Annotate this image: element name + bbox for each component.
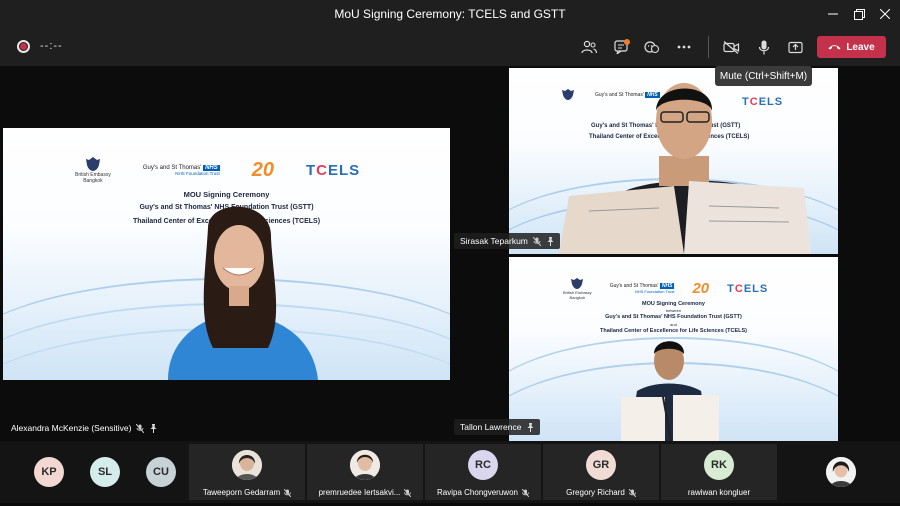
participant-video-feed — [621, 341, 719, 441]
participant-tile[interactable]: GR Gregory Richard — [543, 444, 659, 500]
participant-video-feed — [168, 206, 318, 380]
camera-off-icon — [722, 40, 739, 54]
participant-tile[interactable]: RK rawiwan kongluer — [661, 444, 777, 500]
mic-off-icon — [628, 488, 636, 497]
slide-heading: MOU Signing Ceremony — [642, 301, 705, 307]
minimize-icon — [828, 13, 838, 15]
anniversary-logo: 20 — [692, 280, 710, 297]
participant-name: Sirasak Teparkum — [460, 236, 528, 246]
name-tag-main: Alexandra McKenzie (Sensitive) — [11, 420, 157, 436]
participant-strip: KP SL CU Taweeporn Gedarram premruedee I… — [0, 441, 900, 503]
leave-button[interactable]: Leave — [817, 36, 886, 58]
reactions-button[interactable] — [641, 37, 663, 57]
name-tag-sirasak: Sirasak Teparkum — [454, 233, 560, 249]
crest-icon — [571, 278, 584, 289]
tcels-logo: TCELS — [305, 161, 361, 179]
chat-button[interactable] — [610, 37, 632, 57]
restore-button[interactable] — [848, 4, 870, 24]
avatar-sl[interactable]: SL — [90, 457, 120, 487]
meeting-timer: --:-- — [40, 40, 63, 52]
participant-tile[interactable]: Taweeporn Gedarram — [189, 444, 305, 500]
avatar-kp[interactable]: KP — [34, 457, 64, 487]
participant-tile[interactable]: premruedee Iertsakvi... — [307, 444, 423, 500]
close-icon — [880, 9, 890, 19]
slide-between: between — [665, 308, 682, 313]
avatar: GR — [586, 450, 616, 480]
slide-logos: British Embassy Bangkok Guy's and St Tho… — [75, 156, 360, 184]
mic-off-icon — [521, 488, 529, 497]
minimize-button[interactable] — [822, 4, 844, 24]
reactions-icon — [644, 41, 660, 54]
participant-name: Gregory Richard — [566, 488, 625, 497]
mic-off-icon — [532, 236, 541, 246]
phone-hangup-icon — [828, 45, 841, 50]
nhs-trust-text: NHS Foundation Trust — [175, 170, 220, 176]
microphone-button[interactable] — [753, 37, 775, 57]
participant-name: Ravipa Chongveruwon — [437, 488, 518, 497]
people-icon — [581, 40, 597, 54]
participant-video-feed — [559, 83, 811, 254]
name-tag-tallon: Tallon Lawrence — [454, 419, 541, 435]
share-content-button[interactable] — [784, 37, 806, 57]
pin-icon — [527, 422, 534, 432]
avatar — [350, 450, 380, 480]
avatar-self[interactable] — [826, 457, 856, 487]
share-icon — [787, 41, 803, 53]
participant-name: premruedee Iertsakvi... — [318, 488, 401, 497]
mic-icon — [758, 40, 770, 54]
avatar: RK — [704, 450, 734, 480]
participant-name: Taweeporn Gedarram — [202, 488, 281, 497]
pin-icon — [150, 423, 157, 433]
video-stage: British Embassy Bangkok Guy's and St Tho… — [0, 66, 900, 441]
anniversary-logo: 20 — [251, 158, 274, 181]
tcels-logo: TCELS — [727, 282, 769, 295]
leave-label: Leave — [846, 41, 875, 53]
video-tile-main[interactable]: British Embassy Bangkok Guy's and St Tho… — [3, 128, 450, 380]
video-tile-sirasak[interactable]: Guy's and St Thomas' NHS TCELS Guy's and… — [509, 68, 838, 254]
meeting-toolbar: --:-- Leave — [0, 28, 900, 66]
people-button[interactable] — [578, 37, 600, 57]
more-icon — [677, 45, 691, 49]
participant-tile[interactable]: RC Ravipa Chongveruwon — [425, 444, 541, 500]
mute-tooltip: Mute (Ctrl+Shift+M) — [715, 66, 812, 86]
toolbar-divider — [708, 36, 709, 58]
restore-icon — [853, 8, 865, 20]
participant-name: Tallon Lawrence — [460, 422, 522, 432]
slide-line-2: Thailand Center of Excellence for Life S… — [599, 328, 747, 334]
participant-name: Alexandra McKenzie (Sensitive) — [11, 423, 132, 433]
mic-off-icon — [284, 488, 292, 497]
embassy-text: British Embassy Bangkok — [75, 172, 111, 184]
avatar-cu[interactable]: CU — [146, 457, 176, 487]
mic-off-icon — [136, 423, 145, 433]
recording-icon — [17, 40, 30, 53]
video-tile-tallon[interactable]: British Embassy Bangkok Guy's and St Tho… — [509, 257, 838, 441]
title-bar: MoU Signing Ceremony: TCELS and GSTT — [0, 0, 900, 28]
more-actions-button[interactable] — [673, 37, 695, 57]
slide-line-1: Guy's and St Thomas' NHS Foundation Trus… — [605, 314, 742, 320]
pin-icon — [547, 236, 554, 246]
avatar — [232, 450, 262, 480]
crest-icon — [85, 157, 100, 171]
unread-badge — [623, 39, 630, 45]
camera-toggle-button[interactable] — [720, 37, 742, 57]
avatar: RC — [468, 450, 498, 480]
close-button[interactable] — [874, 4, 896, 24]
slide-and: and — [670, 322, 677, 327]
participant-name: rawiwan kongluer — [687, 488, 751, 497]
window-title: MoU Signing Ceremony: TCELS and GSTT — [334, 7, 566, 21]
mic-off-icon — [404, 488, 412, 497]
